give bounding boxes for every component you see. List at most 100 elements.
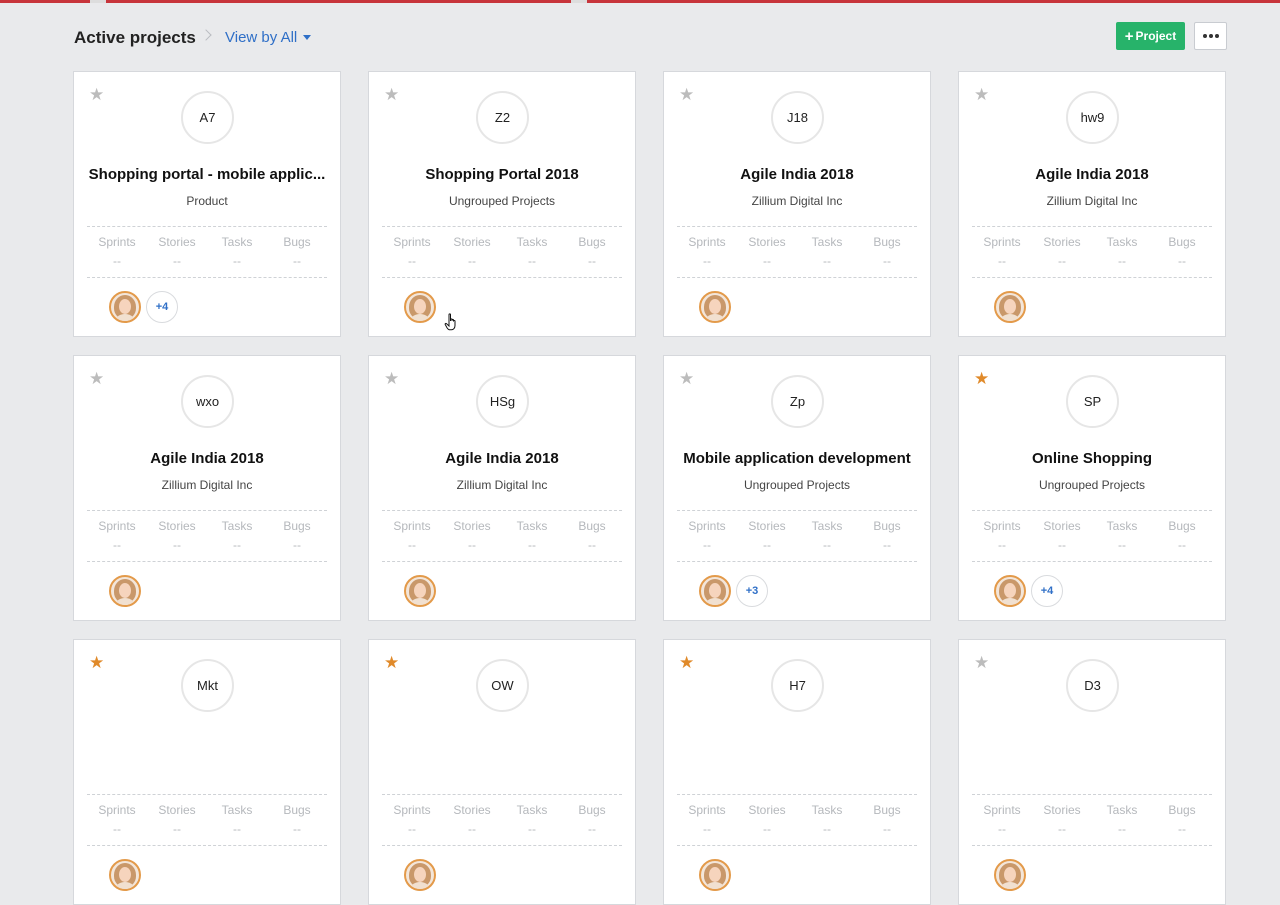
project-name[interactable]: Agile India 2018 (379, 450, 625, 467)
stat-stories: Stories -- (442, 519, 502, 561)
avatar[interactable] (994, 575, 1026, 607)
project-group: Ungrouped Projects (743, 478, 851, 492)
stat-tasks: Tasks -- (207, 235, 267, 277)
stat-stories: Stories -- (737, 803, 797, 845)
stat-label: Bugs (283, 803, 311, 817)
favorite-star-icon[interactable]: ★ (679, 86, 694, 103)
stat-value: -- (588, 822, 596, 836)
more-members-button[interactable]: +3 (736, 575, 768, 607)
favorite-star-icon[interactable]: ★ (89, 654, 104, 671)
project-card[interactable]: ★ D3 Sprints -- Stories -- Tasks -- Bugs… (958, 639, 1226, 905)
project-name[interactable]: Agile India 2018 (969, 166, 1215, 183)
project-stats: Sprints -- Stories -- Tasks -- Bugs -- (382, 510, 622, 562)
stat-label: Tasks (811, 519, 843, 533)
project-stats: Sprints -- Stories -- Tasks -- Bugs -- (972, 510, 1212, 562)
project-grid: ★ A7 Shopping portal - mobile applic... … (73, 71, 1226, 905)
favorite-star-icon[interactable]: ★ (89, 370, 104, 387)
avatar[interactable] (699, 859, 731, 891)
project-card[interactable]: ★ wxo Agile India 2018 Zillium Digital I… (73, 355, 341, 621)
stat-label: Stories (1043, 235, 1081, 249)
stat-value: -- (1178, 822, 1186, 836)
stat-value: -- (293, 538, 301, 552)
favorite-star-icon[interactable]: ★ (974, 654, 989, 671)
project-card[interactable]: ★ Zp Mobile application development Ungr… (663, 355, 931, 621)
stat-label: Tasks (1106, 803, 1138, 817)
favorite-star-icon[interactable]: ★ (384, 370, 399, 387)
top-accent-bar (0, 0, 1280, 3)
stat-label: Stories (453, 803, 491, 817)
breadcrumb-chevron-icon (200, 29, 212, 41)
project-name[interactable]: Online Shopping (969, 450, 1215, 467)
project-stats: Sprints -- Stories -- Tasks -- Bugs -- (677, 794, 917, 846)
avatar[interactable] (404, 859, 436, 891)
project-card[interactable]: ★ Mkt Sprints -- Stories -- Tasks -- Bug… (73, 639, 341, 905)
favorite-star-icon[interactable]: ★ (384, 654, 399, 671)
stat-label: Bugs (873, 235, 901, 249)
stat-label: Tasks (516, 235, 548, 249)
stat-stories: Stories -- (147, 803, 207, 845)
stat-label: Sprints (393, 803, 431, 817)
stat-value: -- (883, 254, 891, 268)
project-members (994, 859, 1026, 891)
project-name[interactable]: Agile India 2018 (84, 450, 330, 467)
stat-bugs: Bugs -- (857, 235, 917, 277)
project-card[interactable]: ★ SP Online Shopping Ungrouped Projects … (958, 355, 1226, 621)
avatar[interactable] (699, 291, 731, 323)
more-members-button[interactable]: +4 (1031, 575, 1063, 607)
project-code-badge: wxo (181, 375, 234, 428)
avatar[interactable] (404, 291, 436, 323)
add-project-button[interactable]: + Project (1116, 22, 1185, 50)
project-name[interactable]: Shopping Portal 2018 (379, 166, 625, 183)
avatar[interactable] (109, 575, 141, 607)
stat-sprints: Sprints -- (382, 519, 442, 561)
project-card[interactable]: ★ J18 Agile India 2018 Zillium Digital I… (663, 71, 931, 337)
favorite-star-icon[interactable]: ★ (974, 370, 989, 387)
stat-value: -- (823, 538, 831, 552)
stat-value: -- (468, 822, 476, 836)
stat-label: Stories (1043, 803, 1081, 817)
project-card[interactable]: ★ hw9 Agile India 2018 Zillium Digital I… (958, 71, 1226, 337)
project-name[interactable]: Mobile application development (674, 450, 920, 467)
stat-value: -- (823, 822, 831, 836)
project-card[interactable]: ★ HSg Agile India 2018 Zillium Digital I… (368, 355, 636, 621)
stat-label: Tasks (811, 235, 843, 249)
avatar[interactable] (109, 859, 141, 891)
more-options-button[interactable] (1194, 22, 1227, 50)
favorite-star-icon[interactable]: ★ (384, 86, 399, 103)
stat-label: Sprints (98, 235, 136, 249)
stat-bugs: Bugs -- (1152, 235, 1212, 277)
project-card[interactable]: ★ H7 Sprints -- Stories -- Tasks -- Bugs… (663, 639, 931, 905)
avatar[interactable] (699, 575, 731, 607)
stat-value: -- (1118, 822, 1126, 836)
more-members-button[interactable]: +4 (146, 291, 178, 323)
project-card[interactable]: ★ OW Sprints -- Stories -- Tasks -- Bugs… (368, 639, 636, 905)
avatar[interactable] (994, 291, 1026, 323)
stat-bugs: Bugs -- (267, 803, 327, 845)
stat-label: Bugs (873, 803, 901, 817)
project-card[interactable]: ★ Z2 Shopping Portal 2018 Ungrouped Proj… (368, 71, 636, 337)
favorite-star-icon[interactable]: ★ (89, 86, 104, 103)
view-by-dropdown[interactable]: View by All (225, 29, 312, 46)
project-stats: Sprints -- Stories -- Tasks -- Bugs -- (677, 226, 917, 278)
avatar[interactable] (994, 859, 1026, 891)
project-name[interactable]: Shopping portal - mobile applic... (84, 166, 330, 183)
favorite-star-icon[interactable]: ★ (679, 654, 694, 671)
stat-bugs: Bugs -- (267, 235, 327, 277)
stat-sprints: Sprints -- (677, 519, 737, 561)
hand-cursor-icon (444, 313, 456, 331)
favorite-star-icon[interactable]: ★ (974, 86, 989, 103)
stat-value: -- (1178, 254, 1186, 268)
project-code-badge: Mkt (181, 659, 234, 712)
stat-label: Sprints (983, 235, 1021, 249)
stat-label: Sprints (393, 235, 431, 249)
stat-value: -- (233, 822, 241, 836)
stat-label: Stories (1043, 519, 1081, 533)
avatar[interactable] (109, 291, 141, 323)
project-name[interactable]: Agile India 2018 (674, 166, 920, 183)
stat-value: -- (233, 254, 241, 268)
favorite-star-icon[interactable]: ★ (679, 370, 694, 387)
project-card[interactable]: ★ A7 Shopping portal - mobile applic... … (73, 71, 341, 337)
page-title: Active projects (74, 28, 196, 47)
stat-tasks: Tasks -- (207, 803, 267, 845)
avatar[interactable] (404, 575, 436, 607)
